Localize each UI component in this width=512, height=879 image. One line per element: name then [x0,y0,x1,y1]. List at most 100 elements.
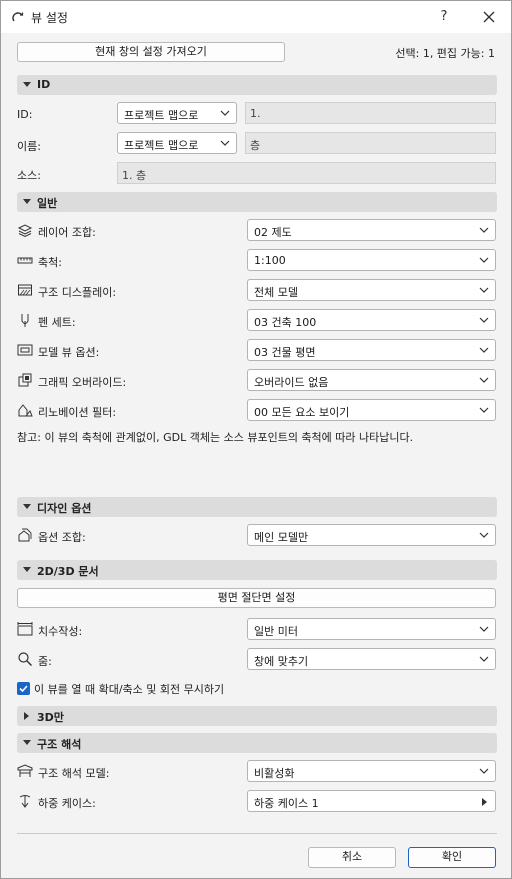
pen-set-value: 03 건축 100 [254,316,317,329]
graphic-override-dropdown[interactable]: 오버라이드 없음 [247,369,496,391]
chevron-right-icon [482,798,487,806]
section-3d-only-label: 3D만 [37,711,64,724]
section-general-header[interactable]: 일반 [17,192,497,212]
view-settings-icon [12,12,24,22]
dimension-icon [17,622,33,636]
section-design-options-header[interactable]: 디자인 옵션 [17,497,497,517]
renovation-filter-dropdown[interactable]: 00 모든 요소 보이기 [247,399,496,421]
structure-display-label: 구조 디스플레이: [38,286,117,299]
chevron-down-icon [479,317,489,323]
expand-triangle-icon [24,712,29,720]
source-value: 1. 층 [122,169,147,182]
floor-plan-cut-plane-button[interactable]: 평면 절단면 설정 [17,588,496,608]
chevron-down-icon [479,532,489,538]
zoom-value: 창에 맞추기 [254,655,309,668]
title-bar: 뷰 설정 ? [1,1,511,33]
structural-model-dropdown[interactable]: 비활성화 [247,760,496,782]
graphic-override-icon [18,373,32,387]
option-combination-label: 옵션 조합: [38,531,86,544]
collapse-triangle-icon [23,199,31,204]
chevron-down-icon [479,227,489,233]
chevron-down-icon [479,626,489,632]
id-field: 1. [245,102,496,124]
chevron-down-icon [220,140,230,146]
graphic-override-value: 오버라이드 없음 [254,376,329,389]
chevron-down-icon [479,287,489,293]
scale-dropdown[interactable]: 1:100 [247,249,496,271]
collapse-triangle-icon [23,504,31,509]
structure-display-value: 전체 모델 [254,286,298,299]
option-combination-dropdown[interactable]: 메인 모델만 [247,524,496,546]
zoom-dropdown[interactable]: 창에 맞추기 [247,648,496,670]
structure-display-icon [18,284,32,296]
section-2d3d-label: 2D/3D 문서 [37,565,99,578]
id-source-value: 프로젝트 맵으로 [124,109,199,122]
section-2d3d-header[interactable]: 2D/3D 문서 [17,560,497,580]
name-source-value: 프로젝트 맵으로 [124,139,199,152]
dimension-label: 치수작성: [38,625,83,638]
id-label: ID: [17,108,33,121]
model-view-options-value: 03 건물 평면 [254,346,316,359]
chevron-down-icon [479,347,489,353]
graphic-override-label: 그래픽 오버라이드: [38,376,127,389]
section-id-label: ID [37,78,51,91]
layer-combination-dropdown[interactable]: 02 제도 [247,219,496,241]
chevron-down-icon [479,768,489,774]
section-id-header[interactable]: ID [17,75,497,95]
import-settings-button[interactable]: 현재 창의 설정 가져오기 [17,42,285,62]
id-source-dropdown[interactable]: 프로젝트 맵으로 [117,102,237,124]
structure-display-dropdown[interactable]: 전체 모델 [247,279,496,301]
gdl-scale-note: 참고: 이 뷰의 축척에 관계없이, GDL 객체는 소스 뷰포인트의 축척에 … [17,431,414,444]
name-value: 층 [250,139,261,152]
help-button[interactable]: ? [433,7,455,27]
collapse-triangle-icon [23,740,31,745]
section-structural-label: 구조 해석 [37,738,82,751]
structural-model-label: 구조 해석 모델: [38,767,110,780]
pen-icon [21,314,29,327]
renovation-filter-icon [18,404,33,417]
model-view-icon [17,344,33,356]
close-icon[interactable] [477,7,501,27]
ignore-zoom-rotation-checkbox[interactable] [17,682,30,695]
id-value: 1. [250,107,261,120]
load-case-icon [19,795,31,808]
scale-ruler-icon [17,257,33,264]
dimension-dropdown[interactable]: 일반 미터 [247,618,496,640]
chevron-down-icon [479,377,489,383]
option-combination-value: 메인 모델만 [254,531,309,544]
layer-combination-value: 02 제도 [254,226,292,239]
model-view-options-label: 모델 뷰 옵션: [38,346,100,359]
section-3d-only-header[interactable]: 3D만 [17,706,497,726]
selection-info: 선택: 1, 편집 가능: 1 [395,47,495,60]
checkmark-icon [19,685,28,693]
cancel-button[interactable]: 취소 [308,847,396,868]
view-settings-dialog: 뷰 설정 ? 현재 창의 설정 가져오기 선택: 1, 편집 가능: 1 ID … [0,0,512,879]
section-structural-header[interactable]: 구조 해석 [17,733,497,753]
ignore-zoom-rotation-label[interactable]: 이 뷰를 열 때 확대/축소 및 회전 무시하기 [34,681,224,697]
name-label: 이름: [17,140,41,153]
load-case-value: 하중 케이스 1 [254,797,319,810]
structural-model-value: 비활성화 [254,767,295,780]
structural-model-icon [17,764,33,777]
chevron-down-icon [220,110,230,116]
dimension-value: 일반 미터 [254,625,298,638]
chevron-down-icon [479,257,489,263]
layers-icon [17,224,33,238]
pen-set-label: 펜 세트: [38,316,76,329]
scale-label: 축척: [38,256,62,269]
design-options-icon [18,528,32,542]
pen-set-dropdown[interactable]: 03 건축 100 [247,309,496,331]
collapse-triangle-icon [23,82,31,87]
renovation-filter-label: 리노베이션 필터: [38,406,117,419]
name-source-dropdown[interactable]: 프로젝트 맵으로 [117,132,237,154]
section-general-label: 일반 [37,197,58,210]
collapse-triangle-icon [23,567,31,572]
ok-button[interactable]: 확인 [408,847,496,868]
chevron-down-icon [479,407,489,413]
model-view-options-dropdown[interactable]: 03 건물 평면 [247,339,496,361]
load-case-selector[interactable]: 하중 케이스 1 [247,790,496,812]
renovation-filter-value: 00 모든 요소 보이기 [254,406,350,419]
chevron-down-icon [479,656,489,662]
scale-value: 1:100 [254,254,286,267]
zoom-label: 줌: [38,655,52,668]
